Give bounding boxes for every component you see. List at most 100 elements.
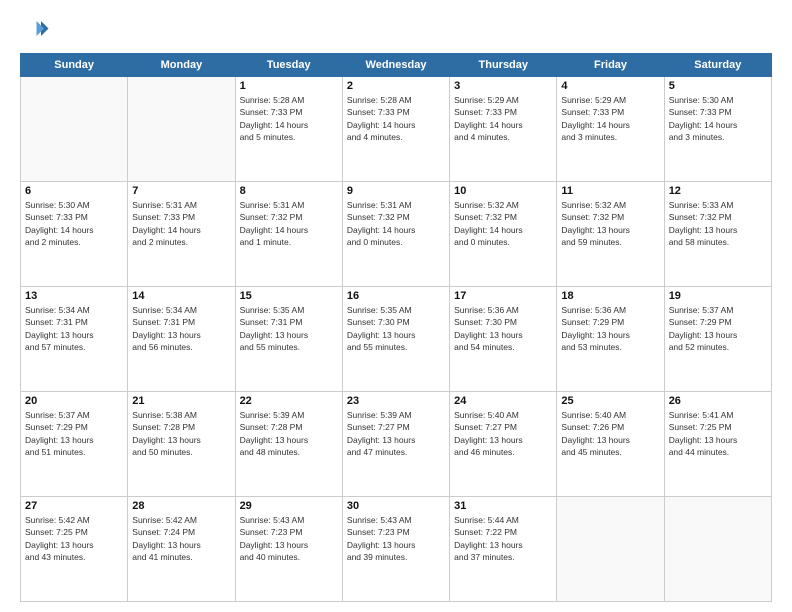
header xyxy=(20,15,772,45)
day-info: Sunrise: 5:32 AM Sunset: 7:32 PM Dayligh… xyxy=(454,199,552,248)
day-number: 5 xyxy=(669,80,767,92)
day-number: 14 xyxy=(132,290,230,302)
day-info: Sunrise: 5:31 AM Sunset: 7:32 PM Dayligh… xyxy=(347,199,445,248)
calendar-cell: 24 Sunrise: 5:40 AM Sunset: 7:27 PM Dayli… xyxy=(450,392,557,497)
day-info: Sunrise: 5:40 AM Sunset: 7:27 PM Dayligh… xyxy=(454,409,552,458)
calendar-cell: 7 Sunrise: 5:31 AM Sunset: 7:33 PM Daylig… xyxy=(128,182,235,287)
calendar-cell: 17 Sunrise: 5:36 AM Sunset: 7:30 PM Dayli… xyxy=(450,287,557,392)
calendar-cell: 18 Sunrise: 5:36 AM Sunset: 7:29 PM Dayli… xyxy=(557,287,664,392)
day-number: 12 xyxy=(669,185,767,197)
day-number: 18 xyxy=(561,290,659,302)
calendar-cell: 13 Sunrise: 5:34 AM Sunset: 7:31 PM Dayli… xyxy=(21,287,128,392)
day-info: Sunrise: 5:35 AM Sunset: 7:30 PM Dayligh… xyxy=(347,304,445,353)
page: SundayMondayTuesdayWednesdayThursdayFrid… xyxy=(0,0,792,612)
calendar-cell: 3 Sunrise: 5:29 AM Sunset: 7:33 PM Daylig… xyxy=(450,77,557,182)
day-info: Sunrise: 5:29 AM Sunset: 7:33 PM Dayligh… xyxy=(561,94,659,143)
day-info: Sunrise: 5:37 AM Sunset: 7:29 PM Dayligh… xyxy=(25,409,123,458)
calendar-week-row-3: 13 Sunrise: 5:34 AM Sunset: 7:31 PM Dayli… xyxy=(21,287,772,392)
day-number: 16 xyxy=(347,290,445,302)
calendar-cell: 12 Sunrise: 5:33 AM Sunset: 7:32 PM Dayli… xyxy=(664,182,771,287)
day-number: 9 xyxy=(347,185,445,197)
day-number: 8 xyxy=(240,185,338,197)
day-number: 27 xyxy=(25,500,123,512)
calendar-cell: 23 Sunrise: 5:39 AM Sunset: 7:27 PM Dayli… xyxy=(342,392,449,497)
calendar-cell: 30 Sunrise: 5:43 AM Sunset: 7:23 PM Dayli… xyxy=(342,497,449,602)
calendar-cell: 4 Sunrise: 5:29 AM Sunset: 7:33 PM Daylig… xyxy=(557,77,664,182)
calendar-cell xyxy=(557,497,664,602)
day-info: Sunrise: 5:39 AM Sunset: 7:28 PM Dayligh… xyxy=(240,409,338,458)
day-info: Sunrise: 5:38 AM Sunset: 7:28 PM Dayligh… xyxy=(132,409,230,458)
day-info: Sunrise: 5:43 AM Sunset: 7:23 PM Dayligh… xyxy=(347,514,445,563)
day-number: 29 xyxy=(240,500,338,512)
calendar-cell: 21 Sunrise: 5:38 AM Sunset: 7:28 PM Dayli… xyxy=(128,392,235,497)
day-info: Sunrise: 5:30 AM Sunset: 7:33 PM Dayligh… xyxy=(25,199,123,248)
day-number: 30 xyxy=(347,500,445,512)
day-info: Sunrise: 5:41 AM Sunset: 7:25 PM Dayligh… xyxy=(669,409,767,458)
day-number: 2 xyxy=(347,80,445,92)
day-number: 24 xyxy=(454,395,552,407)
calendar-cell: 1 Sunrise: 5:28 AM Sunset: 7:33 PM Daylig… xyxy=(235,77,342,182)
day-number: 17 xyxy=(454,290,552,302)
day-number: 31 xyxy=(454,500,552,512)
day-info: Sunrise: 5:36 AM Sunset: 7:30 PM Dayligh… xyxy=(454,304,552,353)
calendar-cell: 11 Sunrise: 5:32 AM Sunset: 7:32 PM Dayli… xyxy=(557,182,664,287)
day-info: Sunrise: 5:43 AM Sunset: 7:23 PM Dayligh… xyxy=(240,514,338,563)
calendar-cell: 19 Sunrise: 5:37 AM Sunset: 7:29 PM Dayli… xyxy=(664,287,771,392)
calendar-cell: 2 Sunrise: 5:28 AM Sunset: 7:33 PM Daylig… xyxy=(342,77,449,182)
calendar-cell: 28 Sunrise: 5:42 AM Sunset: 7:24 PM Dayli… xyxy=(128,497,235,602)
day-info: Sunrise: 5:29 AM Sunset: 7:33 PM Dayligh… xyxy=(454,94,552,143)
day-number: 21 xyxy=(132,395,230,407)
day-info: Sunrise: 5:44 AM Sunset: 7:22 PM Dayligh… xyxy=(454,514,552,563)
calendar-cell: 10 Sunrise: 5:32 AM Sunset: 7:32 PM Dayli… xyxy=(450,182,557,287)
calendar-cell xyxy=(21,77,128,182)
day-info: Sunrise: 5:36 AM Sunset: 7:29 PM Dayligh… xyxy=(561,304,659,353)
day-number: 20 xyxy=(25,395,123,407)
calendar-header-wednesday: Wednesday xyxy=(342,54,449,77)
day-number: 26 xyxy=(669,395,767,407)
calendar-header-friday: Friday xyxy=(557,54,664,77)
day-info: Sunrise: 5:28 AM Sunset: 7:33 PM Dayligh… xyxy=(347,94,445,143)
day-number: 11 xyxy=(561,185,659,197)
day-info: Sunrise: 5:40 AM Sunset: 7:26 PM Dayligh… xyxy=(561,409,659,458)
day-info: Sunrise: 5:33 AM Sunset: 7:32 PM Dayligh… xyxy=(669,199,767,248)
calendar-header-thursday: Thursday xyxy=(450,54,557,77)
calendar-cell: 26 Sunrise: 5:41 AM Sunset: 7:25 PM Dayli… xyxy=(664,392,771,497)
day-number: 10 xyxy=(454,185,552,197)
day-number: 1 xyxy=(240,80,338,92)
day-number: 28 xyxy=(132,500,230,512)
calendar-header-sunday: Sunday xyxy=(21,54,128,77)
calendar-header-monday: Monday xyxy=(128,54,235,77)
day-info: Sunrise: 5:42 AM Sunset: 7:25 PM Dayligh… xyxy=(25,514,123,563)
day-number: 4 xyxy=(561,80,659,92)
calendar-week-row-2: 6 Sunrise: 5:30 AM Sunset: 7:33 PM Daylig… xyxy=(21,182,772,287)
logo xyxy=(20,15,54,45)
day-number: 13 xyxy=(25,290,123,302)
calendar-cell: 16 Sunrise: 5:35 AM Sunset: 7:30 PM Dayli… xyxy=(342,287,449,392)
day-info: Sunrise: 5:39 AM Sunset: 7:27 PM Dayligh… xyxy=(347,409,445,458)
day-info: Sunrise: 5:31 AM Sunset: 7:33 PM Dayligh… xyxy=(132,199,230,248)
day-number: 3 xyxy=(454,80,552,92)
calendar-cell: 27 Sunrise: 5:42 AM Sunset: 7:25 PM Dayli… xyxy=(21,497,128,602)
calendar-cell xyxy=(664,497,771,602)
calendar-week-row-1: 1 Sunrise: 5:28 AM Sunset: 7:33 PM Daylig… xyxy=(21,77,772,182)
calendar-header-row: SundayMondayTuesdayWednesdayThursdayFrid… xyxy=(21,54,772,77)
day-number: 6 xyxy=(25,185,123,197)
calendar-cell: 20 Sunrise: 5:37 AM Sunset: 7:29 PM Dayli… xyxy=(21,392,128,497)
day-info: Sunrise: 5:42 AM Sunset: 7:24 PM Dayligh… xyxy=(132,514,230,563)
day-info: Sunrise: 5:37 AM Sunset: 7:29 PM Dayligh… xyxy=(669,304,767,353)
calendar-cell: 29 Sunrise: 5:43 AM Sunset: 7:23 PM Dayli… xyxy=(235,497,342,602)
day-number: 23 xyxy=(347,395,445,407)
day-info: Sunrise: 5:34 AM Sunset: 7:31 PM Dayligh… xyxy=(25,304,123,353)
day-info: Sunrise: 5:35 AM Sunset: 7:31 PM Dayligh… xyxy=(240,304,338,353)
day-number: 22 xyxy=(240,395,338,407)
calendar-cell: 25 Sunrise: 5:40 AM Sunset: 7:26 PM Dayli… xyxy=(557,392,664,497)
day-info: Sunrise: 5:32 AM Sunset: 7:32 PM Dayligh… xyxy=(561,199,659,248)
day-info: Sunrise: 5:28 AM Sunset: 7:33 PM Dayligh… xyxy=(240,94,338,143)
day-number: 7 xyxy=(132,185,230,197)
day-number: 25 xyxy=(561,395,659,407)
calendar-week-row-5: 27 Sunrise: 5:42 AM Sunset: 7:25 PM Dayli… xyxy=(21,497,772,602)
day-info: Sunrise: 5:31 AM Sunset: 7:32 PM Dayligh… xyxy=(240,199,338,248)
calendar-cell: 6 Sunrise: 5:30 AM Sunset: 7:33 PM Daylig… xyxy=(21,182,128,287)
day-number: 19 xyxy=(669,290,767,302)
calendar-cell: 9 Sunrise: 5:31 AM Sunset: 7:32 PM Daylig… xyxy=(342,182,449,287)
